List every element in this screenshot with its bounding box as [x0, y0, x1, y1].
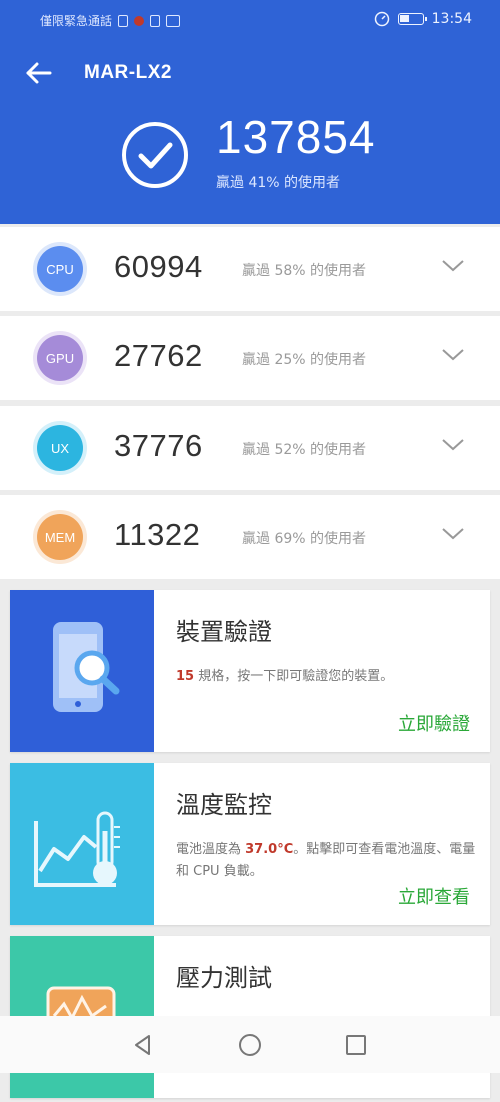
nav-recents-icon[interactable] — [343, 1032, 369, 1058]
mem-score: 11322 — [114, 517, 201, 552]
cpu-score: 60994 — [114, 249, 203, 284]
view-now-button[interactable]: 立即查看 — [398, 883, 470, 909]
mem-badge: MEM — [37, 514, 83, 560]
notification-icon — [134, 15, 145, 26]
chevron-down-icon[interactable] — [440, 434, 466, 454]
mem-percentile: 贏過 69% 的使用者 — [242, 531, 367, 547]
score-row-cpu[interactable]: CPU 60994 贏過 58% 的使用者 — [0, 227, 500, 311]
ux-score: 37776 — [114, 428, 203, 463]
back-arrow-icon[interactable] — [22, 56, 56, 90]
battery-icon — [397, 13, 427, 25]
speed-icon — [374, 11, 389, 27]
gpu-badge: GPU — [37, 335, 83, 381]
carrier-text: 僅限緊急通話 — [40, 14, 113, 28]
card-device-verify[interactable]: 裝置驗證 15 規格，按一下即可驗證您的裝置。 立即驗證 — [10, 590, 490, 752]
score-header: MAR-LX2 137854 贏過 41% 的使用者 — [0, 38, 500, 224]
nav-back-icon[interactable] — [130, 1032, 156, 1058]
verify-icon-panel — [10, 590, 154, 752]
temperature-icon-panel — [10, 763, 154, 925]
device-name: MAR-LX2 — [84, 62, 172, 83]
ux-badge: UX — [37, 425, 83, 471]
score-row-ux[interactable]: UX 37776 贏過 52% 的使用者 — [0, 406, 500, 490]
phone-search-icon — [53, 622, 120, 712]
image-notification-icon — [166, 14, 181, 27]
score-row-gpu[interactable]: GPU 27762 贏過 25% 的使用者 — [0, 316, 500, 400]
card-description: 電池溫度為 37.0°C。點擊即可查看電池溫度、電量和 CPU 負載。 — [176, 842, 476, 879]
system-nav-bar — [0, 1016, 500, 1073]
chevron-down-icon[interactable] — [440, 523, 466, 543]
card-temperature-monitor[interactable]: 溫度監控 電池溫度為 37.0°C。點擊即可查看電池溫度、電量和 CPU 負載。… — [10, 763, 490, 925]
card-title: 裝置驗證 — [176, 618, 272, 646]
total-score: 137854 — [216, 111, 376, 163]
nav-home-icon[interactable] — [237, 1032, 263, 1058]
status-bar: 僅限緊急通話 13:54 — [0, 0, 500, 38]
battery-notification-icon — [150, 14, 161, 27]
card-description: 15 規格，按一下即可驗證您的裝置。 — [176, 669, 394, 684]
card-title: 溫度監控 — [176, 791, 272, 819]
sim-icon — [118, 14, 129, 27]
ux-percentile: 贏過 52% 的使用者 — [242, 442, 367, 458]
verify-now-button[interactable]: 立即驗證 — [398, 710, 470, 736]
chevron-down-icon[interactable] — [440, 255, 466, 275]
cpu-percentile: 贏過 58% 的使用者 — [242, 263, 367, 279]
thermometer-chart-icon — [34, 811, 120, 887]
cpu-badge: CPU — [37, 246, 83, 292]
gpu-percentile: 贏過 25% 的使用者 — [242, 352, 367, 368]
status-time: 13:54 — [431, 11, 472, 27]
total-percentile: 贏過 41% 的使用者 — [216, 175, 341, 191]
gpu-score: 27762 — [114, 338, 203, 373]
card-title: 壓力測試 — [176, 964, 272, 992]
check-icon — [122, 122, 188, 188]
score-row-mem[interactable]: MEM 11322 贏過 69% 的使用者 — [0, 495, 500, 579]
chevron-down-icon[interactable] — [440, 344, 466, 364]
